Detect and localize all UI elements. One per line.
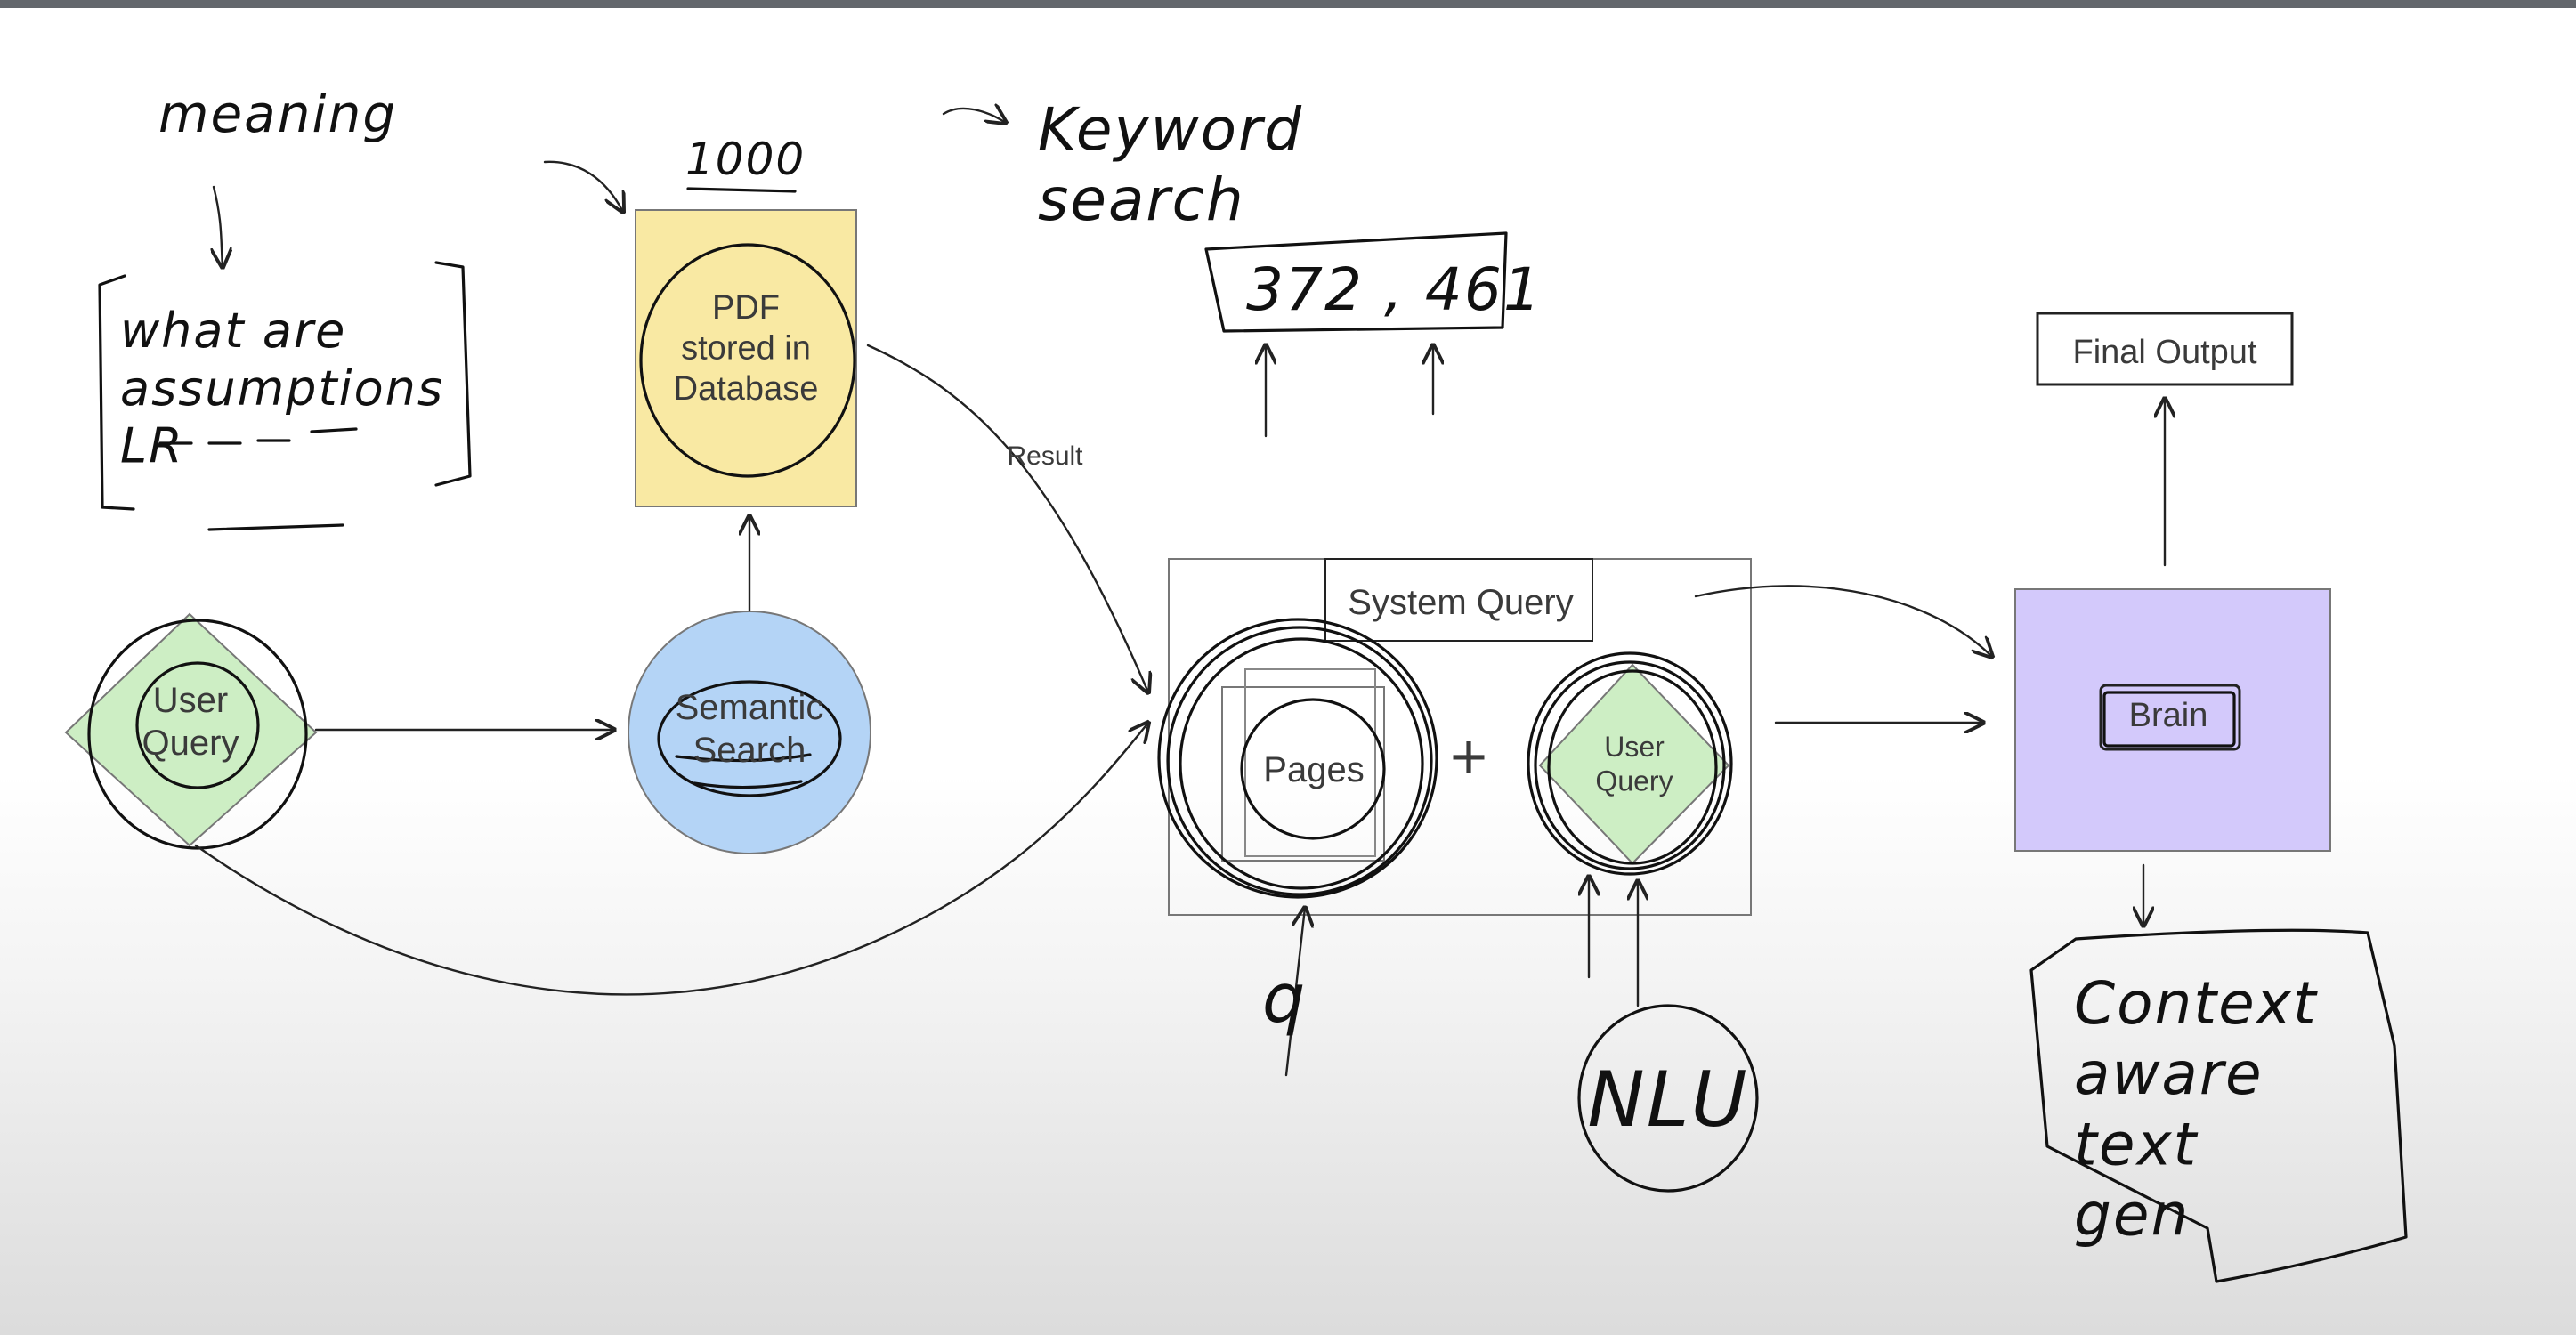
plus-sign: + [1450, 722, 1487, 793]
final-output-label: Final Output [2073, 334, 2257, 371]
edge-pdf-to-system [866, 344, 1148, 692]
annotation-context: Context aware text gen [2074, 969, 2318, 1250]
system-query-label: System Query [1348, 583, 1573, 622]
annotation-question: what are assumptions LR [120, 303, 444, 474]
result-edge-label: Result [1007, 441, 1083, 471]
annotation-nlu: NLU [1587, 1056, 1748, 1145]
annotation-meaning: meaning [158, 84, 397, 144]
edge-meaning-down [214, 185, 223, 267]
edge-pointer-keyword [942, 109, 1006, 123]
edge-pointer-pdf [543, 160, 623, 212]
ink-underline-count [686, 187, 797, 193]
ink-underline-lr [207, 523, 344, 531]
annotation-q: q [1262, 959, 1307, 1038]
ink-underline-assumptions [158, 427, 358, 445]
annotation-numbers: 372 , 461 [1246, 255, 1543, 324]
pages-label: Pages [1263, 750, 1364, 789]
annotation-keyword-search: Keyword search [1038, 95, 1303, 234]
annotation-count: 1000 [685, 134, 806, 185]
edge-system-to-brain [1694, 585, 1992, 657]
brain-label: Brain [2129, 697, 2208, 734]
diagram-canvas: User Query Semantic Search PDF stored in Dat… [64, 84, 2408, 1283]
